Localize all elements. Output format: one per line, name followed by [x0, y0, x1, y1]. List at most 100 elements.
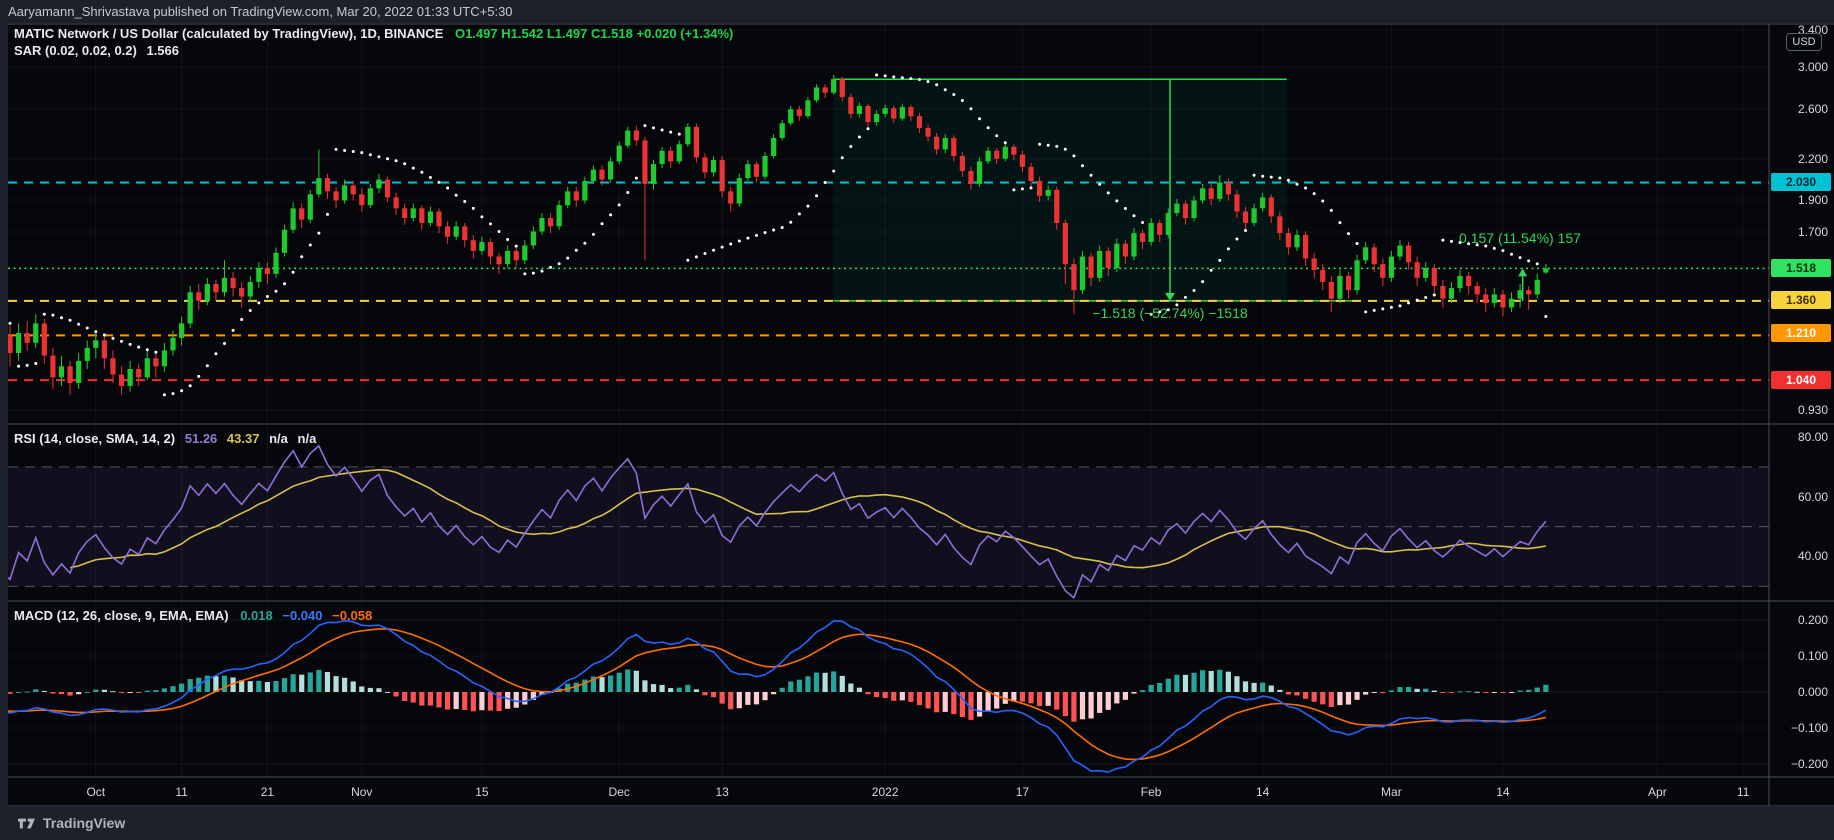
candle-body [16, 333, 21, 353]
macd-histogram-bar [1475, 692, 1480, 693]
candle-body [1492, 294, 1497, 303]
candle-body [488, 242, 493, 257]
time-tick-label[interactable]: Mar [1381, 785, 1402, 799]
candle-body [625, 131, 630, 146]
macd-histogram-bar [119, 692, 124, 693]
macd-histogram-bar [1337, 692, 1342, 705]
candle-body [771, 138, 776, 156]
candle-body [1415, 262, 1420, 278]
sar-dot [1510, 253, 1513, 256]
chart-canvas[interactable]: −1.518 (−52.74%) −15180.157 (11.54%) 157… [0, 0, 1834, 840]
sar-legend[interactable]: SAR (0.02, 0.02, 0.2) 1.566 [14, 43, 179, 58]
time-tick-label[interactable]: 13 [715, 785, 729, 799]
sar-dot [1132, 214, 1135, 217]
main-panel[interactable]: −1.518 (−52.74%) −15180.157 (11.54%) 157 [7, 30, 1769, 410]
sar-dot [678, 133, 681, 136]
time-tick-label[interactable]: 2022 [872, 785, 899, 799]
candle-body [1123, 244, 1128, 257]
macd-histogram-bar [128, 692, 133, 693]
time-tick-label[interactable]: Nov [351, 785, 372, 799]
macd-histogram-bar [522, 692, 527, 705]
candle-body [1174, 204, 1179, 214]
candle-body [823, 87, 828, 92]
sar-dot [26, 364, 29, 367]
tradingview-logo-icon[interactable] [18, 816, 35, 831]
time-tick-label[interactable]: Feb [1141, 785, 1162, 799]
sar-dot [540, 270, 543, 273]
macd-histogram-bar [874, 692, 879, 697]
candle-body [351, 185, 356, 194]
measure-up-label: 0.157 (11.54%) 157 [1459, 230, 1581, 246]
time-tick-label[interactable]: Dec [609, 785, 630, 799]
candle-body [50, 356, 55, 378]
brand-name[interactable]: TradingView [43, 815, 125, 831]
macd-panel[interactable] [0, 620, 1769, 772]
candle-body [659, 151, 664, 164]
symbol-legend[interactable]: MATIC Network / US Dollar (calculated by… [14, 26, 733, 41]
sar-dot [214, 352, 217, 355]
candle-body [128, 369, 133, 386]
time-tick-label[interactable]: 17 [1016, 785, 1030, 799]
candle-body [256, 268, 261, 282]
candle-body [1483, 294, 1488, 303]
candle-body [925, 128, 930, 137]
candle-body [145, 358, 150, 377]
candle-body [1294, 235, 1299, 247]
sar-dot [146, 348, 149, 351]
sar-dot [1072, 154, 1075, 157]
macd-histogram-bar [1397, 687, 1402, 692]
sar-dot [1038, 143, 1041, 146]
time-tick-label[interactable]: 15 [475, 785, 489, 799]
rsi-legend[interactable]: RSI (14, close, SMA, 14, 2) 51.26 43.37 … [14, 431, 316, 446]
time-tick-label[interactable]: Apr [1648, 785, 1667, 799]
macd-line-value: −0.040 [282, 608, 322, 623]
rsi-value: 51.26 [185, 431, 218, 446]
sar-dot [1433, 293, 1436, 296]
currency-unit-button[interactable]: USD [1786, 33, 1822, 51]
candle-body [908, 107, 913, 116]
candle-body [728, 191, 733, 203]
sar-dot [429, 176, 432, 179]
macd-histogram-bar [1243, 681, 1248, 692]
candle-body [471, 240, 476, 251]
macd-histogram-bar [1312, 692, 1317, 702]
time-tick-label[interactable]: Oct [86, 785, 105, 799]
rsi-title[interactable]: RSI (14, close, SMA, 14, 2) [14, 431, 175, 446]
price-label-chip-text: 1.210 [1786, 326, 1816, 340]
candle-body [119, 375, 124, 386]
sar-dot [386, 157, 389, 160]
macd-histogram-bar [1440, 692, 1445, 693]
rsi-lower-band-value: n/a [298, 431, 317, 446]
time-tick-label[interactable]: 14 [1496, 785, 1510, 799]
sar-dot [961, 99, 964, 102]
sar-dot [17, 365, 20, 368]
macd-histogram-bar [831, 671, 836, 692]
sar-label[interactable]: SAR (0.02, 0.02, 0.2) [14, 43, 137, 58]
candle-body [462, 226, 467, 240]
candle-body [943, 138, 948, 149]
candle-body [642, 140, 647, 183]
sar-dot [549, 266, 552, 269]
macd-histogram-bar [462, 692, 467, 710]
symbol-title[interactable]: MATIC Network / US Dollar (calculated by… [14, 26, 443, 41]
ohlc-open-label: O [455, 26, 465, 41]
sar-dot [523, 272, 526, 275]
macd-legend[interactable]: MACD (12, 26, close, 9, EMA, EMA) 0.018 … [14, 608, 372, 623]
sar-dot [1227, 247, 1230, 250]
sar-dot [583, 242, 586, 245]
rsi-panel[interactable] [0, 446, 1769, 598]
macd-tick-label: 0.000 [1798, 685, 1828, 699]
macd-title[interactable]: MACD (12, 26, close, 9, EMA, EMA) [14, 608, 229, 623]
time-tick-label[interactable]: 11 [175, 785, 188, 799]
candle-body [291, 208, 296, 229]
macd-histogram-bar [797, 680, 802, 692]
candle-body [1509, 299, 1514, 308]
time-tick-label[interactable]: 11 [1737, 785, 1750, 799]
sar-dot [326, 213, 329, 216]
candle-body [1114, 244, 1119, 268]
time-tick-label[interactable]: 21 [261, 785, 275, 799]
sar-dot [643, 124, 646, 127]
sar-dot [438, 181, 441, 184]
time-tick-label[interactable]: 14 [1256, 785, 1270, 799]
candle-body [1363, 247, 1368, 260]
